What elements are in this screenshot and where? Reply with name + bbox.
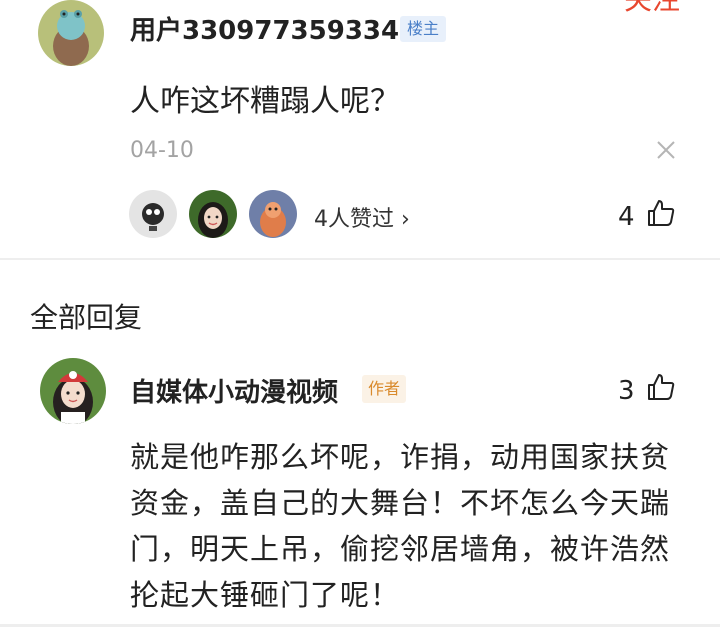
liker-avatar[interactable] [189, 190, 237, 238]
op-avatar[interactable] [38, 0, 104, 66]
reply-username[interactable]: 自媒体小动漫视频 [130, 372, 338, 409]
thumbs-up-icon[interactable] [646, 198, 676, 228]
reply-avatar[interactable] [40, 358, 106, 424]
liker-avatar[interactable] [249, 190, 297, 238]
op-username[interactable]: 用户3309773593341 [130, 10, 417, 47]
op-date: 04-10 [130, 138, 194, 163]
close-icon[interactable] [653, 137, 679, 163]
op-like-count: 4 [618, 202, 635, 232]
reply-like-count: 3 [618, 376, 635, 406]
author-badge: 作者 [362, 375, 407, 403]
likes-summary-link[interactable]: 4人赞过 › [314, 201, 410, 233]
follow-button[interactable]: 关注 [624, 0, 680, 14]
thumbs-up-icon[interactable] [646, 372, 676, 402]
section-divider [0, 258, 720, 260]
op-badge: 楼主 [400, 16, 447, 42]
liker-avatar[interactable] [129, 190, 177, 238]
op-comment-text: 人咋这坏糟蹋人呢？ [130, 84, 400, 119]
reply-comment-text: 就是他咋那么坏呢，诈捐，动用国家扶贫资金，盖自己的大舞台！不坏怎么今天踹门，明天… [130, 440, 671, 612]
replies-section-title: 全部回复 [30, 301, 143, 334]
